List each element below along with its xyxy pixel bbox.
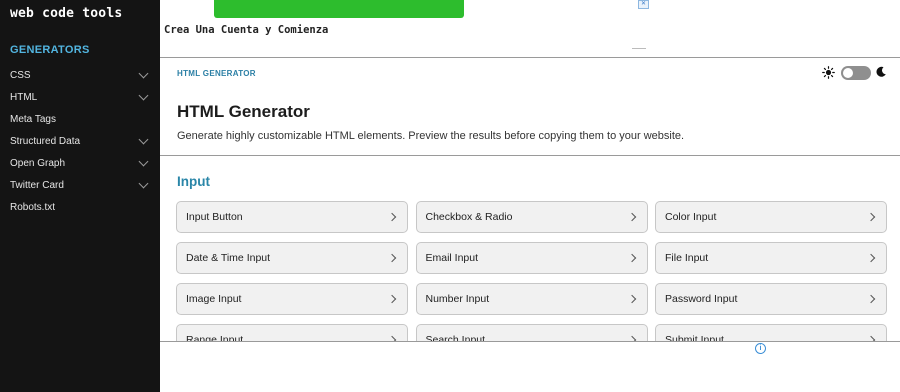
sidebar: web code tools GENERATORS CSS HTML Meta Ta… <box>0 0 160 392</box>
page-title: HTML Generator <box>177 102 310 121</box>
card-label: Checkbox & Radio <box>425 211 513 223</box>
card-label: Date & Time Input <box>186 252 271 264</box>
chevron-down-icon[interactable] <box>138 90 149 100</box>
sidebar-item-label: Robots.txt <box>10 201 56 213</box>
card-label: Email Input <box>425 252 479 264</box>
theme-toggle[interactable] <box>841 66 871 80</box>
sidebar-nav: CSS HTML Meta Tags Structured Data Open Grap… <box>0 64 160 218</box>
card-image-input[interactable]: Image Input <box>176 283 408 315</box>
sidebar-item-meta-tags[interactable]: Meta Tags <box>0 108 160 130</box>
ad-info-icon[interactable]: i <box>755 343 766 354</box>
sidebar-heading: GENERATORS <box>10 44 90 56</box>
chevron-right-icon <box>627 294 636 304</box>
sidebar-item-css[interactable]: CSS <box>0 64 160 86</box>
sidebar-item-html[interactable]: HTML <box>0 86 160 108</box>
chevron-down-icon[interactable] <box>138 134 149 144</box>
chevron-right-icon <box>866 253 876 263</box>
card-range-input[interactable]: Range Input <box>176 324 408 341</box>
ad-text[interactable]: Crea Una Cuenta y Comienza <box>164 24 328 36</box>
sidebar-item-label: Open Graph <box>10 157 66 169</box>
card-label: Color Input <box>665 211 717 223</box>
card-color-input[interactable]: Color Input <box>655 201 887 233</box>
card-submit-input[interactable]: Submit Input <box>655 324 887 341</box>
card-checkbox-radio[interactable]: Checkbox & Radio <box>415 201 648 233</box>
header-top-divider <box>160 57 900 58</box>
section-title: Input <box>177 174 210 189</box>
sidebar-item-robots-txt[interactable]: Robots.txt <box>0 196 160 218</box>
sidebar-item-label: Twitter Card <box>10 179 64 191</box>
chevron-right-icon <box>627 253 636 263</box>
card-label: Image Input <box>186 293 242 305</box>
chevron-right-icon <box>866 212 876 222</box>
chevron-right-icon <box>387 212 397 222</box>
breadcrumb[interactable]: HTML GENERATOR <box>177 69 256 78</box>
header-bottom-divider <box>160 155 900 156</box>
chevron-down-icon[interactable] <box>138 156 149 166</box>
card-date-time-input[interactable]: Date & Time Input <box>176 242 408 274</box>
sidebar-item-twitter-card[interactable]: Twitter Card <box>0 174 160 196</box>
sidebar-item-label: CSS <box>10 69 31 81</box>
card-number-input[interactable]: Number Input <box>415 283 648 315</box>
chevron-down-icon[interactable] <box>138 68 149 78</box>
card-label: Submit Input <box>665 334 724 341</box>
sidebar-item-label: Structured Data <box>10 135 81 147</box>
chevron-down-icon[interactable] <box>138 178 149 188</box>
card-input-button[interactable]: Input Button <box>176 201 408 233</box>
card-email-input[interactable]: Email Input <box>415 242 648 274</box>
sidebar-item-label: HTML <box>10 91 38 103</box>
card-label: Search Input <box>425 334 486 341</box>
card-label: Password Input <box>665 293 738 305</box>
card-file-input[interactable]: File Input <box>655 242 887 274</box>
ad-choices-icon[interactable]: ✕ <box>638 0 649 9</box>
sidebar-item-label: Meta Tags <box>10 113 56 125</box>
sun-icon <box>822 66 835 79</box>
card-label: Number Input <box>425 293 490 305</box>
ad-footer-area <box>160 342 900 392</box>
card-label: Input Button <box>186 211 243 223</box>
card-label: Range Input <box>186 334 244 341</box>
moon-icon <box>876 66 886 77</box>
page-description: Generate highly customizable HTML elemen… <box>177 130 685 142</box>
chevron-right-icon <box>866 294 876 304</box>
card-label: File Input <box>665 252 709 264</box>
generator-card-grid: Input Button Checkbox & Radio Color Input D… <box>176 201 888 341</box>
sidebar-item-structured-data[interactable]: Structured Data <box>0 130 160 152</box>
card-search-input[interactable]: Search Input <box>415 324 648 341</box>
site-logo[interactable]: web code tools <box>10 6 122 21</box>
ad-signup-button[interactable] <box>214 0 464 18</box>
card-password-input[interactable]: Password Input <box>655 283 887 315</box>
chevron-right-icon <box>627 212 636 222</box>
sidebar-item-open-graph[interactable]: Open Graph <box>0 152 160 174</box>
toggle-knob <box>843 68 853 78</box>
chevron-right-icon <box>387 294 397 304</box>
chevron-right-icon <box>387 253 397 263</box>
ad-divider <box>632 48 646 57</box>
